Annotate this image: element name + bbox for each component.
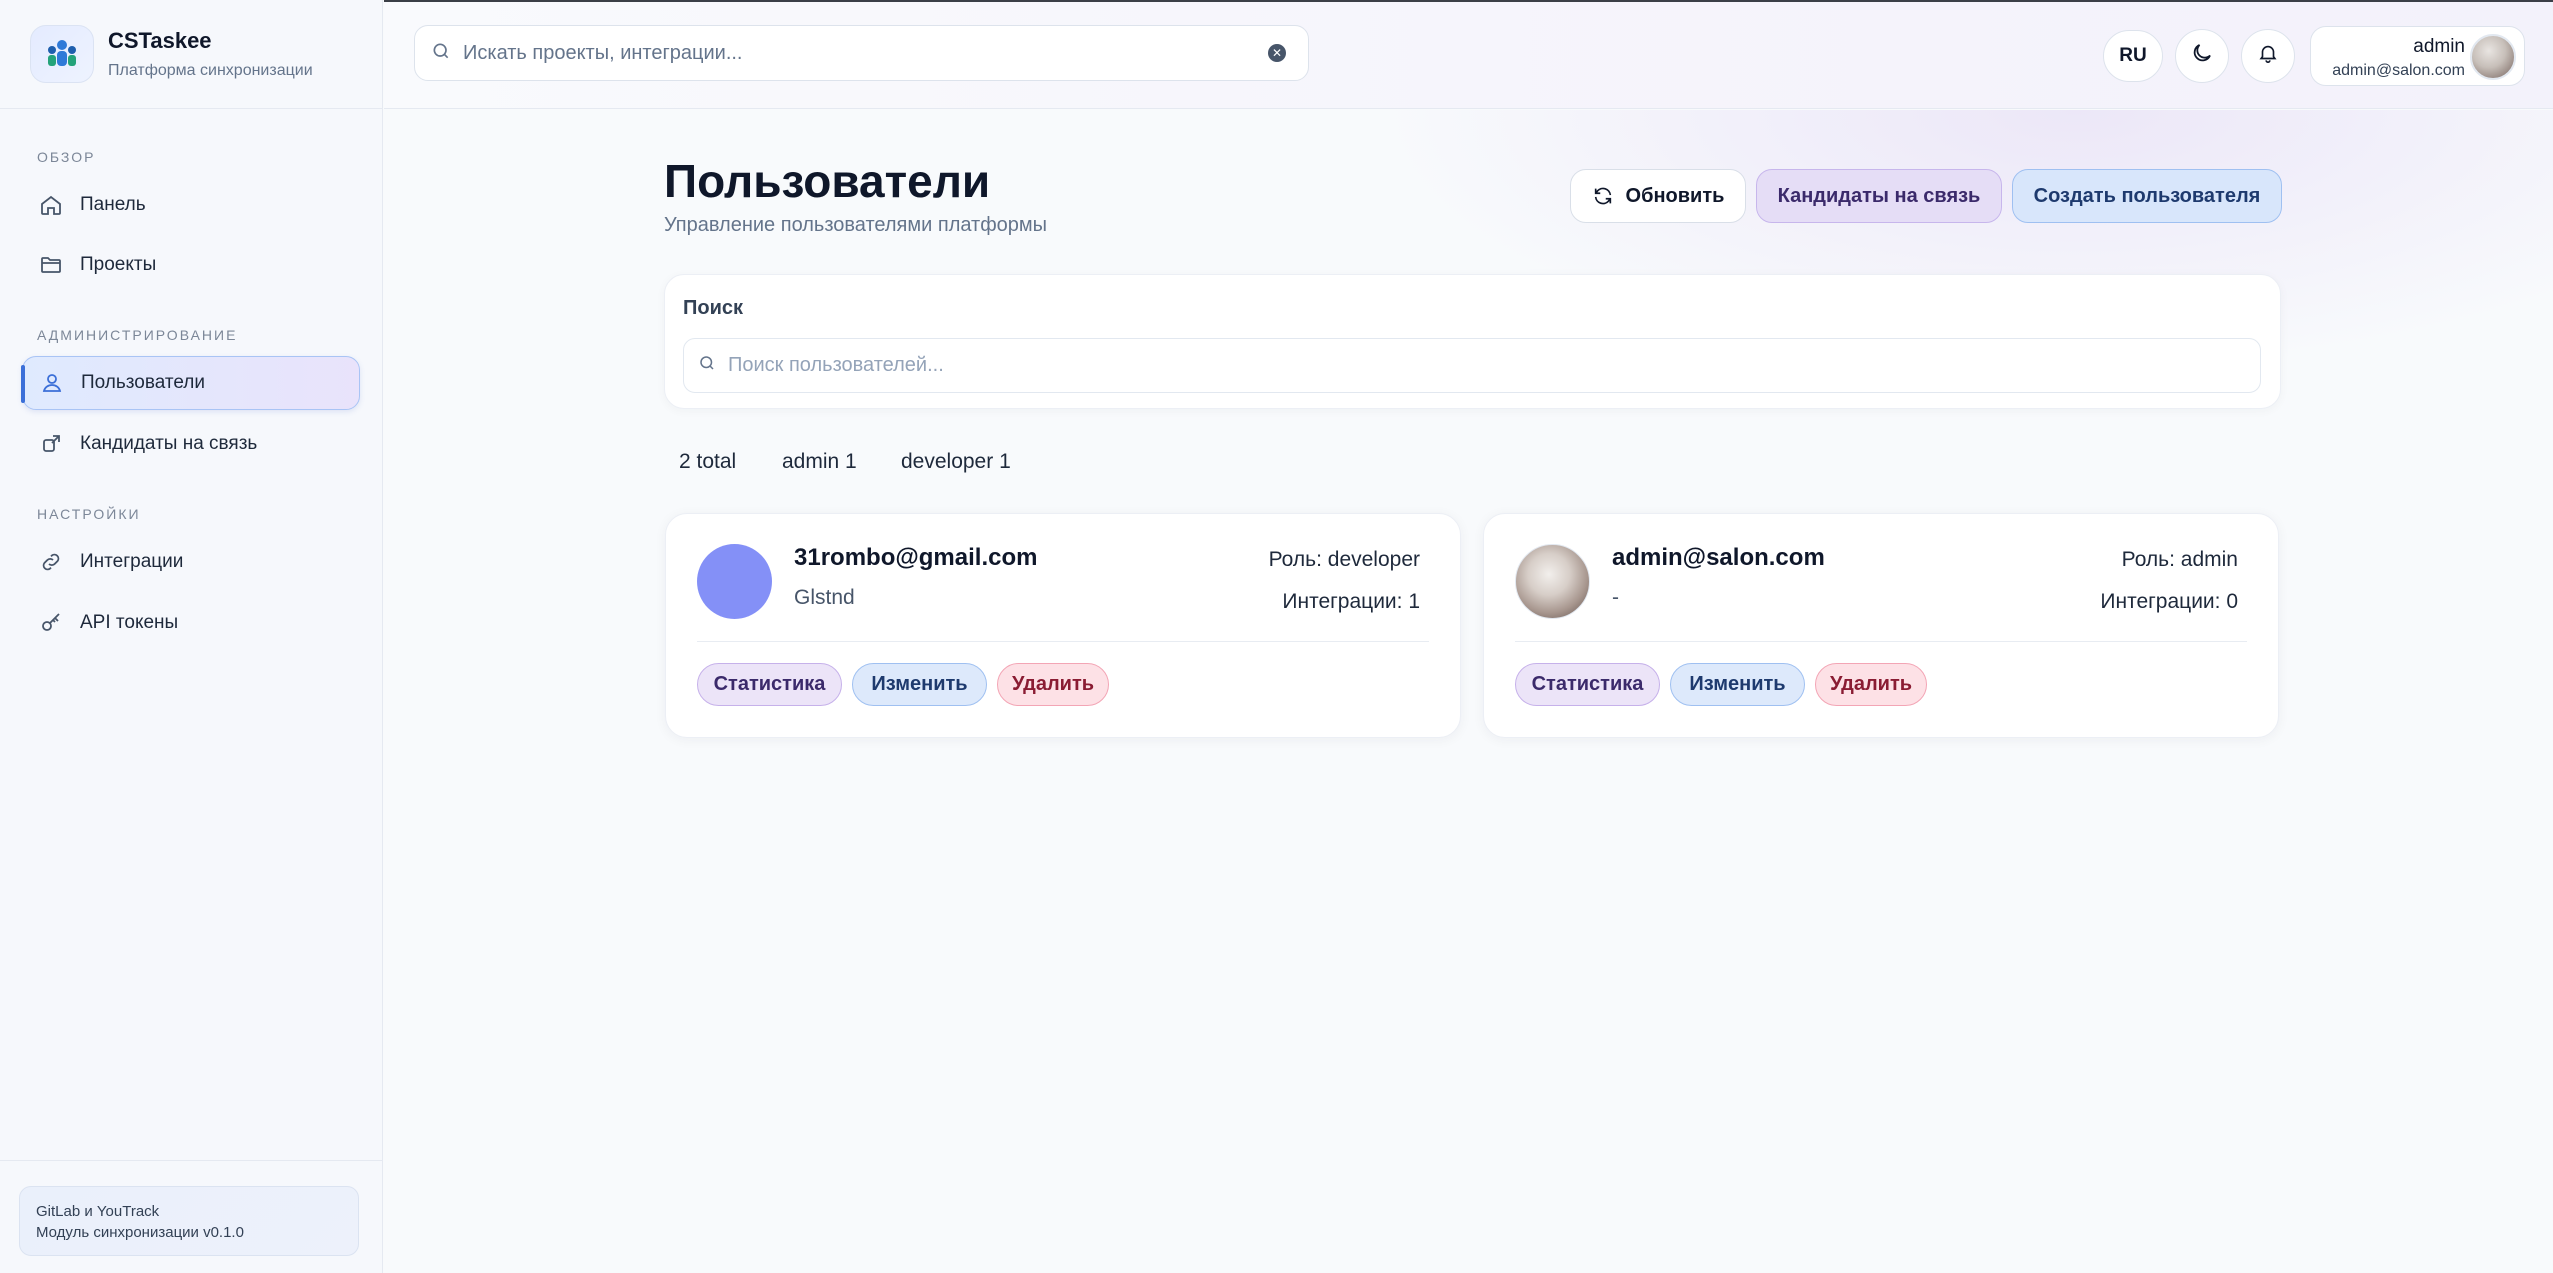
sidebar-item-projects[interactable]: Проекты bbox=[22, 238, 360, 292]
divider bbox=[1515, 641, 2247, 642]
user-card: 31rombo@gmail.com Glstnd Роль: developer… bbox=[665, 513, 1461, 738]
global-search-input[interactable]: Искать проекты, интеграции... ✕ bbox=[414, 25, 1309, 81]
create-user-button[interactable]: Создать пользователя bbox=[2012, 169, 2282, 223]
sidebar-item-label: Интеграции bbox=[80, 551, 184, 572]
user-card: admin@salon.com - Роль: admin Интеграции… bbox=[1483, 513, 2279, 738]
user-search-placeholder: Поиск пользователей... bbox=[728, 354, 944, 376]
user-card-integrations: Интеграции: 0 bbox=[2100, 590, 2238, 613]
link-candidate-icon bbox=[38, 431, 64, 457]
divider bbox=[697, 641, 1429, 642]
brand[interactable]: CSTaskee Платформа синхронизации bbox=[0, 0, 382, 109]
user-card-role: Роль: admin bbox=[2121, 548, 2238, 571]
footer-line-version: Модуль синхронизации v0.1.0 bbox=[36, 1224, 244, 1241]
sidebar-item-label: API токены bbox=[80, 612, 179, 633]
language-button[interactable]: RU bbox=[2103, 30, 2163, 82]
clear-search-icon[interactable]: ✕ bbox=[1268, 44, 1286, 62]
refresh-button[interactable]: Обновить bbox=[1570, 169, 1746, 223]
refresh-label: Обновить bbox=[1625, 184, 1725, 207]
moon-icon bbox=[2190, 41, 2214, 71]
nav-section-admin: АДМИНИСТРИРОВАНИЕ bbox=[37, 327, 238, 343]
footer-line-integrations: GitLab и YouTrack bbox=[36, 1203, 160, 1220]
nav-section-settings: НАСТРОЙКИ bbox=[37, 506, 141, 522]
delete-button[interactable]: Удалить bbox=[1815, 663, 1927, 706]
page-subtitle: Управление пользователями платформы bbox=[664, 214, 1048, 236]
user-card-email: admin@salon.com bbox=[1612, 544, 1825, 571]
bell-icon bbox=[2257, 42, 2279, 70]
sidebar-item-label: Пользователи bbox=[81, 372, 206, 393]
stat-admin: admin 1 bbox=[782, 450, 857, 473]
user-icon bbox=[39, 370, 65, 396]
stats-button[interactable]: Статистика bbox=[1515, 663, 1660, 706]
user-card-name: Glstnd bbox=[794, 586, 855, 609]
search-label: Поиск bbox=[683, 297, 744, 319]
search-card: Поиск Поиск пользователей... bbox=[664, 274, 2281, 409]
user-card-email: 31rombo@gmail.com bbox=[794, 544, 1038, 571]
theme-toggle-button[interactable] bbox=[2175, 29, 2229, 83]
key-icon bbox=[38, 610, 64, 636]
user-card-integrations: Интеграции: 1 bbox=[1282, 590, 1420, 613]
brand-subtitle: Платформа синхронизации bbox=[108, 62, 313, 79]
search-icon bbox=[431, 41, 451, 66]
stat-total: 2 total bbox=[679, 450, 737, 473]
main-content: Пользователи Управление пользователями п… bbox=[384, 110, 2553, 1273]
user-menu[interactable]: admin admin@salon.com bbox=[2310, 26, 2525, 86]
refresh-icon bbox=[1592, 185, 1614, 207]
edit-button[interactable]: Изменить bbox=[852, 663, 987, 706]
sidebar-item-label: Кандидаты на связь bbox=[80, 433, 258, 454]
stats-button[interactable]: Статистика bbox=[697, 663, 842, 706]
avatar bbox=[1515, 544, 1590, 619]
user-search-input[interactable]: Поиск пользователей... bbox=[683, 338, 2261, 393]
global-search-placeholder: Искать проекты, интеграции... bbox=[463, 41, 743, 64]
user-name: admin bbox=[2413, 36, 2465, 57]
stat-developer: developer 1 bbox=[901, 450, 1011, 473]
notifications-button[interactable] bbox=[2241, 29, 2295, 83]
nav-section-overview: ОБЗОР bbox=[37, 149, 96, 165]
avatar bbox=[2470, 34, 2516, 80]
sidebar: CSTaskee Платформа синхронизации ОБЗОР П… bbox=[0, 0, 383, 1273]
version-card: GitLab и YouTrack Модуль синхронизации v… bbox=[19, 1186, 359, 1256]
user-card-role: Роль: developer bbox=[1268, 548, 1420, 571]
brand-name: CSTaskee bbox=[108, 28, 212, 53]
sidebar-item-link-candidates[interactable]: Кандидаты на связь bbox=[22, 417, 360, 471]
avatar bbox=[697, 544, 772, 619]
sidebar-item-label: Проекты bbox=[80, 254, 157, 275]
link-icon bbox=[38, 549, 64, 575]
page-title: Пользователи bbox=[664, 155, 991, 207]
user-email: admin@salon.com bbox=[2332, 62, 2465, 79]
search-icon bbox=[698, 354, 716, 377]
team-logo-icon bbox=[30, 25, 94, 83]
sidebar-item-users[interactable]: Пользователи bbox=[21, 356, 360, 410]
edit-button[interactable]: Изменить bbox=[1670, 663, 1805, 706]
sidebar-item-dashboard[interactable]: Панель bbox=[22, 178, 360, 232]
sidebar-item-label: Панель bbox=[80, 194, 146, 215]
sidebar-item-integrations[interactable]: Интеграции bbox=[22, 535, 360, 589]
home-icon bbox=[38, 192, 64, 218]
sidebar-footer: GitLab и YouTrack Модуль синхронизации v… bbox=[0, 1160, 383, 1273]
delete-button[interactable]: Удалить bbox=[997, 663, 1109, 706]
sidebar-item-api-tokens[interactable]: API токены bbox=[22, 596, 360, 650]
folder-icon bbox=[38, 252, 64, 278]
link-candidates-button[interactable]: Кандидаты на связь bbox=[1756, 169, 2002, 223]
user-card-name: - bbox=[1612, 586, 1619, 609]
top-header: Искать проекты, интеграции... ✕ RU admin… bbox=[384, 0, 2553, 109]
